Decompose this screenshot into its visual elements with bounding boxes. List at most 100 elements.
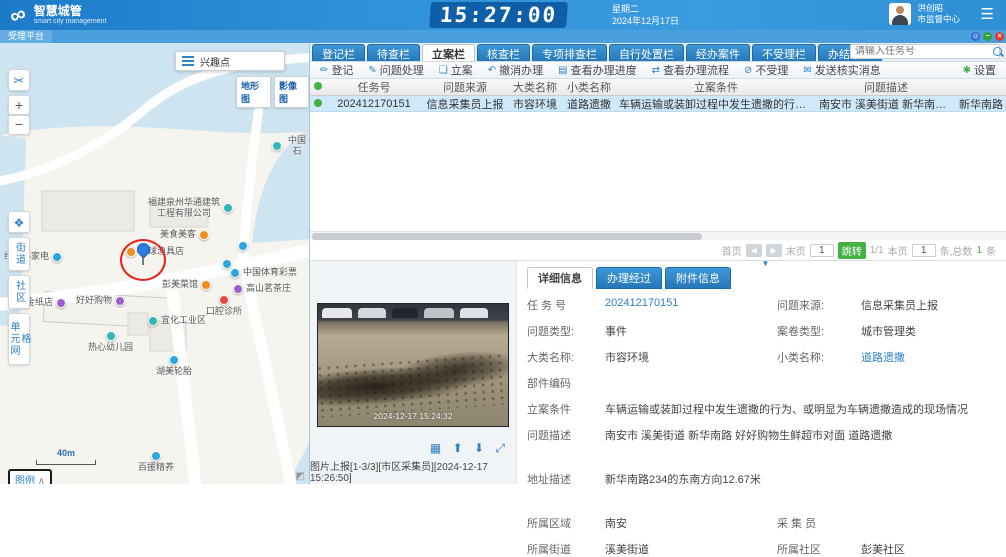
detail-fields: 任 务 号 202412170151 问题来源: 信息采集员上报 问题类型: 事… bbox=[527, 297, 996, 557]
poi-baiyuan[interactable]: 百援精养 bbox=[138, 451, 174, 473]
basemap-terrain-button[interactable]: 地形图 bbox=[236, 76, 271, 108]
download-icon[interactable]: ⬇ bbox=[474, 441, 488, 455]
scrollbar-thumb[interactable] bbox=[312, 233, 702, 240]
poi-icon bbox=[219, 295, 229, 305]
grid-layer-button[interactable]: 单元网格 bbox=[8, 313, 30, 365]
type-label: 问题类型: bbox=[527, 323, 601, 339]
case-condition-value: 车辆运输或装卸过程中发生遗撒的行为、或明显为车辆遗撒造成的现场情况 bbox=[605, 401, 996, 417]
tab-verification[interactable]: 核查栏 bbox=[477, 44, 530, 61]
poi-tea-house[interactable]: 高山茗茶庄 bbox=[233, 283, 291, 294]
register-icon: ✏ bbox=[320, 65, 328, 76]
table-header: 任务号 问题来源 大类名称 小类名称 立案条件 问题描述 bbox=[310, 79, 1006, 96]
car-shape bbox=[322, 308, 352, 318]
tab-rejected[interactable]: 不受理栏 bbox=[752, 44, 816, 61]
tab-handled-cases[interactable]: 经办案件 bbox=[686, 44, 750, 61]
table-row[interactable]: 202412170151 信息采集员上报 市容环境 道路遗撒 车辆运输或装卸过程… bbox=[310, 96, 1006, 112]
detail-tab-process[interactable]: 办理经过 bbox=[596, 267, 662, 289]
description-label: 问题描述 bbox=[527, 427, 601, 443]
user-info[interactable]: 洪创昭 市监督中心 bbox=[889, 3, 960, 25]
detail-tab-attachments[interactable]: 附件信息 bbox=[665, 267, 731, 289]
poi-icon bbox=[56, 298, 66, 308]
toolbar-view-progress-button[interactable]: ▤查看办理进度 bbox=[558, 62, 636, 78]
car-shape bbox=[460, 308, 488, 318]
poi-zhongguoshi[interactable]: 中国石 bbox=[272, 135, 309, 157]
date-block: 星期二 2024年12月17日 bbox=[612, 3, 679, 27]
community-layer-button[interactable]: 社区 bbox=[8, 275, 30, 309]
detail-tab-info[interactable]: 详细信息 bbox=[527, 267, 593, 289]
bus-stop-icon[interactable] bbox=[222, 259, 232, 269]
poi-dental-clinic[interactable]: 口腔诊所 bbox=[206, 295, 242, 317]
restore-window-icon[interactable]: ◎ bbox=[971, 32, 980, 41]
poi-haohao-shopping[interactable]: 好好购物 bbox=[76, 295, 125, 306]
upload-icon[interactable]: ⬆ bbox=[453, 441, 467, 455]
poi-kindergarten[interactable]: 热心幼儿园 bbox=[88, 331, 133, 353]
minimize-window-icon[interactable]: − bbox=[983, 32, 992, 41]
toolbar-register-button[interactable]: ✏登记 bbox=[320, 62, 353, 78]
horizontal-scrollbar[interactable] bbox=[310, 231, 1006, 240]
part-code-value bbox=[605, 375, 996, 391]
basemap-imagery-button[interactable]: 影像图 bbox=[274, 76, 309, 108]
first-page-button[interactable]: 首页 bbox=[722, 243, 742, 258]
toolbar-problem-handle-button[interactable]: ✎问题处理 bbox=[368, 62, 423, 78]
platform-tab[interactable]: 受理平台 bbox=[0, 30, 52, 43]
tab-case-filing[interactable]: 立案栏 bbox=[422, 44, 475, 61]
task-search-box[interactable] bbox=[850, 44, 1000, 59]
poi-meishimeike[interactable]: 美食美客 bbox=[160, 229, 209, 240]
page-number-input[interactable] bbox=[810, 244, 834, 257]
close-window-icon[interactable]: × bbox=[995, 32, 1004, 41]
subcategory-value[interactable]: 道路遗撒 bbox=[861, 349, 996, 365]
toolbar-cancel-handle-button[interactable]: ↶撤消办理 bbox=[488, 62, 543, 78]
layers-button[interactable]: ❖ bbox=[8, 211, 30, 233]
poi-sports-lottery[interactable]: 中国体育彩票 bbox=[230, 267, 297, 278]
poi-icon bbox=[115, 296, 125, 306]
prev-page-button[interactable]: ◀ bbox=[746, 244, 762, 257]
task-no-value[interactable]: 202412170151 bbox=[605, 297, 773, 313]
tab-pending[interactable]: 待查栏 bbox=[367, 44, 420, 61]
poi-pengmei-restaurant[interactable]: 彭美菜馆 bbox=[162, 279, 211, 290]
car-shape bbox=[358, 308, 386, 318]
toolbar-file-case-button[interactable]: ❏立案 bbox=[439, 62, 473, 78]
map-panel[interactable]: 中国石 福建泉州华通建筑 工程有限公司 美食美客 维珍小家电 环球渔具店 中国体… bbox=[0, 43, 310, 484]
poi-tire-shop[interactable]: 湖美轮胎 bbox=[156, 355, 192, 377]
col-description[interactable]: 问题描述 bbox=[816, 79, 956, 95]
next-page-button[interactable]: ▶ bbox=[766, 244, 782, 257]
poi-industrial-zone[interactable]: 宜化工业区 bbox=[148, 315, 206, 326]
col-category[interactable]: 大类名称 bbox=[508, 79, 562, 95]
map-corner-icon[interactable]: ◩ bbox=[296, 471, 305, 482]
poi-huatong-construction[interactable]: 福建泉州华通建筑 工程有限公司 bbox=[148, 197, 233, 219]
settings-button[interactable]: ✱设置 bbox=[963, 62, 996, 78]
user-name: 洪创昭 bbox=[917, 3, 960, 14]
street-layer-button[interactable]: 街道 bbox=[8, 237, 30, 271]
car-shape bbox=[392, 308, 418, 318]
col-subcategory[interactable]: 小类名称 bbox=[562, 79, 616, 95]
poi-category-icon[interactable] bbox=[182, 54, 194, 68]
tab-special-inspection[interactable]: 专项排查栏 bbox=[532, 44, 607, 61]
expand-icon[interactable]: ⤢ bbox=[495, 441, 509, 455]
evidence-photo[interactable]: 2024-12-17 15:24:32 bbox=[317, 303, 509, 427]
toolbar-send-verify-button[interactable]: ✉发送核实消息 bbox=[803, 62, 880, 78]
col-source[interactable]: 问题来源 bbox=[422, 79, 508, 95]
zoom-in-button[interactable]: + bbox=[8, 95, 30, 115]
collapse-handle-icon[interactable]: ▼ bbox=[762, 259, 770, 268]
measure-tool-button[interactable]: ✂ bbox=[8, 69, 30, 91]
date: 2024年12月17日 bbox=[612, 15, 679, 27]
toolbar-view-flow-button[interactable]: ⇄查看办理流程 bbox=[652, 62, 729, 78]
avatar[interactable] bbox=[889, 3, 911, 25]
page-size-input[interactable] bbox=[912, 244, 936, 257]
poi-search-box[interactable]: 兴趣点 bbox=[175, 51, 285, 71]
gallery-icon[interactable]: ▦ bbox=[430, 441, 445, 455]
zoom-out-button[interactable]: − bbox=[8, 115, 30, 135]
last-page-button[interactable]: 末页 bbox=[786, 243, 806, 258]
menu-icon[interactable]: ☰ bbox=[981, 7, 994, 23]
col-case-condition[interactable]: 立案条件 bbox=[616, 79, 816, 95]
case-type-value: 城市管理类 bbox=[861, 323, 996, 339]
jump-button[interactable]: 跳转 bbox=[838, 242, 866, 259]
search-icon[interactable] bbox=[991, 45, 999, 59]
tab-self-disposal[interactable]: 自行处置栏 bbox=[609, 44, 684, 61]
task-search-input[interactable] bbox=[851, 46, 991, 57]
toolbar-reject-button[interactable]: ⊘不受理 bbox=[744, 62, 788, 78]
tab-register[interactable]: 登记栏 bbox=[312, 44, 365, 61]
bus-stop-icon[interactable] bbox=[238, 241, 248, 251]
legend-toggle[interactable]: 图例 ∧ bbox=[8, 469, 52, 484]
col-task-no[interactable]: 任务号 bbox=[326, 79, 422, 95]
